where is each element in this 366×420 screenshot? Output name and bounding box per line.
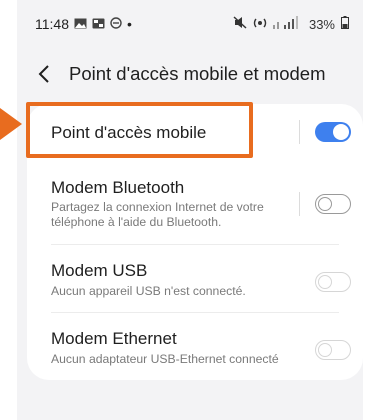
ethernet-tethering-desc: Aucun adaptateur USB-Ethernet connecté	[51, 352, 279, 366]
usb-tethering-toggle[interactable]	[315, 272, 351, 292]
battery-icon	[341, 16, 349, 32]
toggle-knob	[318, 196, 332, 211]
row-bluetooth-tethering[interactable]: Modem Bluetooth Partagez la connexion In…	[27, 166, 363, 242]
page-title: Point d'accès mobile et modem	[69, 63, 326, 84]
row-divider	[299, 120, 300, 144]
toggle-knob	[333, 124, 349, 140]
mute-icon	[233, 16, 247, 32]
row-ethernet-tethering[interactable]: Modem Ethernet Aucun adaptateur USB-Ethe…	[27, 316, 363, 378]
back-button[interactable]	[31, 61, 57, 87]
photos-icon	[92, 16, 105, 32]
battery-percent: 33%	[308, 16, 335, 32]
section-divider	[51, 312, 339, 313]
toggle-knob	[318, 342, 332, 357]
toggle-knob	[318, 274, 332, 289]
pointer-arrow-icon	[0, 108, 22, 140]
status-bar: 11:48 • 33%	[35, 14, 349, 34]
row-usb-tethering[interactable]: Modem USB Aucun appareil USB n'est conne…	[27, 248, 363, 310]
dnd-icon	[110, 16, 122, 32]
phone-screen: 11:48 • 33% Point d'accès mobile et mode…	[17, 0, 363, 420]
bluetooth-tethering-label: Modem Bluetooth	[51, 178, 185, 197]
gallery-icon	[74, 16, 87, 32]
section-divider	[51, 244, 339, 245]
mobile-hotspot-toggle[interactable]	[315, 122, 351, 142]
app-header: Point d'accès mobile et modem	[31, 58, 326, 90]
ethernet-tethering-label: Modem Ethernet	[51, 329, 177, 348]
hotspot-icon	[253, 16, 267, 33]
bluetooth-tethering-desc: Partagez la connexion Internet de votre …	[51, 200, 264, 229]
chevron-left-icon	[38, 65, 49, 83]
ethernet-tethering-toggle[interactable]	[315, 340, 351, 360]
signal-icon	[272, 16, 303, 32]
row-divider	[299, 192, 300, 216]
usb-tethering-desc: Aucun appareil USB n'est connecté.	[51, 284, 246, 298]
highlight-box	[26, 102, 253, 158]
usb-tethering-label: Modem USB	[51, 261, 148, 280]
status-time: 11:48	[35, 16, 69, 32]
bluetooth-tethering-toggle[interactable]	[315, 194, 351, 214]
status-dot: •	[127, 16, 132, 32]
